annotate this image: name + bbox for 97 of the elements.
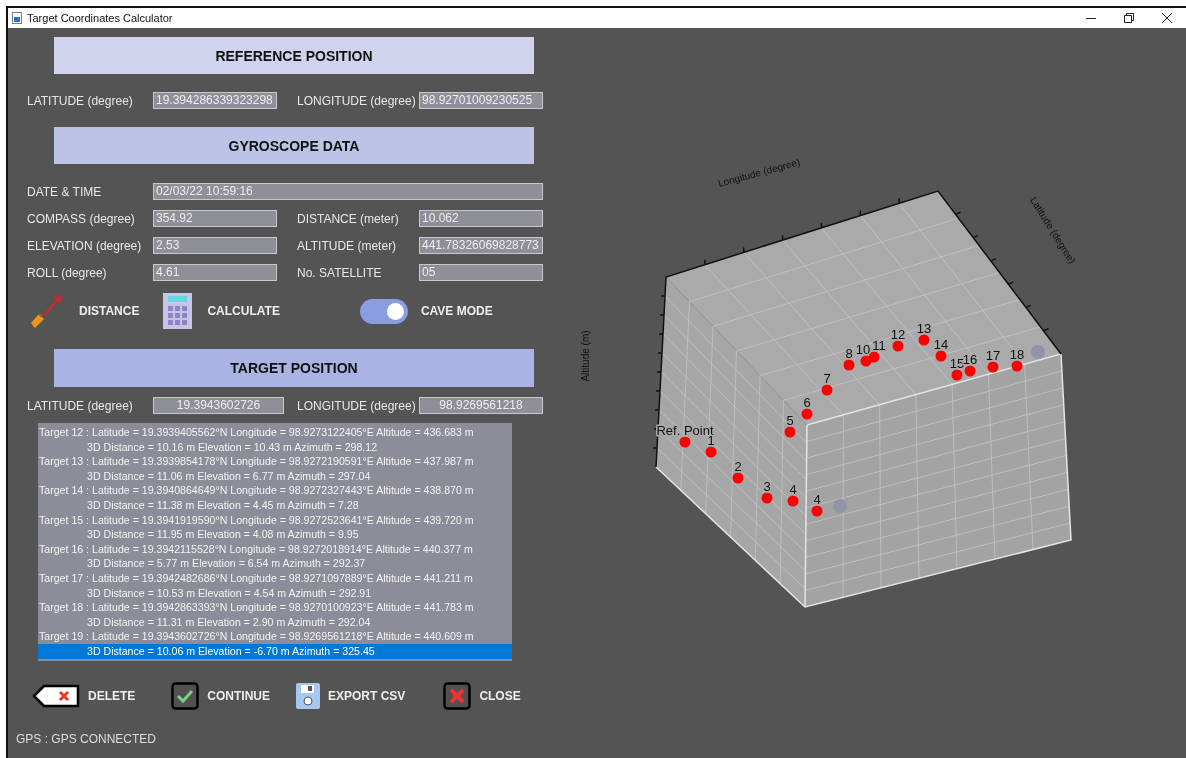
- list-item[interactable]: Target 19 : Latitude = 19.3943602726°N Longitude = 98.9269561218°E Altitude = 440.609 m: [38, 629, 512, 644]
- field-label: LONGITUDE (degree): [297, 398, 417, 413]
- list-item[interactable]: Target 16 : Latitude = 19.3942115528°N Longitude = 98.9272018914°E Altitude = 440.377 m: [38, 541, 512, 557]
- point-label: 17: [985, 348, 1001, 363]
- tool-label: CALCULATE: [207, 304, 280, 318]
- input-field[interactable]: 98.9269561218: [419, 397, 543, 414]
- plot-point: [951, 369, 963, 381]
- list-item[interactable]: Target 14 : Latitude = 19.3940864649°N Longitude = 98.9272327443°E Altitude = 438.870 m: [38, 483, 512, 498]
- plot-point: [843, 359, 855, 371]
- checkmark-icon: [171, 682, 200, 710]
- point-label: 2: [734, 459, 742, 474]
- list-item[interactable]: 3D Distance = 10.06 m Elevation = -6.70 m Azimuth = 325.45: [38, 643, 512, 659]
- field-label: DATE & TIME: [27, 184, 103, 199]
- field-label: LATITUDE (degree): [27, 93, 134, 108]
- field-label: LATITUDE (degree): [27, 398, 134, 413]
- field-label: LONGITUDE (degree): [297, 93, 417, 108]
- axis-label: Longitude (degree): [716, 156, 802, 189]
- delete-icon: [32, 684, 80, 708]
- input-field[interactable]: 10.062: [419, 210, 543, 227]
- point-label: 10: [855, 342, 871, 357]
- list-item[interactable]: Target 13 : Latitude = 19.3939854178°N Longitude = 98.9272190591°E Altitude = 437.987 m: [38, 454, 512, 469]
- point-label: 14: [933, 337, 949, 352]
- plot-point: [918, 334, 930, 346]
- list-item[interactable]: 3D Distance = 5.77 m Elevation = 6.54 m Azimuth = 292.37: [38, 556, 512, 571]
- plot-point: [868, 351, 880, 363]
- list-item[interactable]: 3D Distance = 10.53 m Elevation = 4.54 m Azimuth = 292.91: [38, 585, 512, 601]
- point-label: 11: [872, 338, 886, 353]
- plot-point: [833, 499, 847, 513]
- plot-point: [987, 361, 999, 373]
- plot-point: [679, 436, 691, 448]
- point-label: 3: [763, 479, 771, 494]
- restore-icon: [1124, 13, 1134, 23]
- input-field[interactable]: 98.92701009230525: [419, 92, 543, 109]
- point-label: 16: [962, 352, 978, 367]
- plot-point: [811, 505, 823, 517]
- point-label: 4: [813, 492, 821, 507]
- input-field[interactable]: 05: [419, 264, 543, 281]
- point-label: 6: [803, 395, 811, 410]
- close-button[interactable]: CLOSE: [443, 682, 521, 710]
- plot-point: [892, 340, 904, 352]
- point-label: 18: [1009, 347, 1025, 362]
- axis-label: Altitude (m): [580, 330, 591, 382]
- point-label: 5: [786, 413, 794, 428]
- plot-point: [787, 495, 799, 507]
- plot-point: [964, 365, 976, 377]
- input-field[interactable]: 02/03/22 10:59:16: [153, 183, 543, 200]
- point-label: 13: [916, 321, 932, 336]
- window-title: Target Coordinates Calculator: [27, 12, 173, 24]
- field-label: No. SATELLITE: [297, 265, 383, 280]
- point-label: 15: [949, 356, 965, 371]
- continue-button[interactable]: CONTINUE: [171, 682, 270, 710]
- plot-point: [761, 492, 773, 504]
- plot-point: [1031, 345, 1045, 359]
- plot-point: [732, 472, 744, 484]
- input-field[interactable]: 441.78326069828773: [419, 237, 543, 254]
- input-field[interactable]: 4.61: [153, 264, 277, 281]
- section-header: REFERENCE POSITION: [54, 37, 534, 74]
- section-header: GYROSCOPE DATA: [54, 127, 534, 164]
- export-button[interactable]: EXPORT CSV: [296, 683, 406, 709]
- list-item[interactable]: 3D Distance = 11.38 m Elevation = 4.45 m Azimuth = 7.28: [38, 497, 512, 513]
- status-text: GPS : GPS CONNECTED: [16, 732, 158, 746]
- list-item[interactable]: 3D Distance = 10.16 m Elevation = 10.43 m Azimuth = 298.12: [38, 439, 512, 455]
- list-item[interactable]: 3D Distance = 11.95 m Elevation = 4.08 m Azimuth = 9.95: [38, 527, 512, 542]
- field-label: ROLL (degree): [27, 265, 108, 280]
- list-item[interactable]: 3D Distance = 11.06 m Elevation = 6.77 m Azimuth = 297.04: [38, 468, 512, 484]
- point-label: 4: [789, 482, 797, 497]
- app-icon: [12, 12, 22, 24]
- field-label: DISTANCE (meter): [297, 211, 400, 226]
- delete-button[interactable]: DELETE: [32, 684, 136, 708]
- tool-label: CAVE MODE: [420, 304, 493, 318]
- field-label: ALTITUDE (meter): [297, 238, 398, 253]
- field-label: ELEVATION (degree): [27, 238, 143, 253]
- point-label: 7: [823, 371, 831, 386]
- plot-point: [1011, 360, 1023, 372]
- list-item[interactable]: 3D Distance = 11.31 m Elevation = 2.90 m Azimuth = 292.04: [38, 614, 512, 630]
- plot-point: [784, 426, 796, 438]
- plot-point: [935, 350, 947, 362]
- close-icon: [443, 682, 472, 710]
- list-item[interactable]: Target 12 : Latitude = 19.3939405562°N Longitude = 98.9273122405°E Altitude = 436.683 m: [38, 425, 512, 440]
- list-item[interactable]: Target 15 : Latitude = 19.3941919590°N Longitude = 98.9272523641°E Altitude = 439.720 m: [38, 512, 512, 528]
- tool-label: DISTANCE: [79, 304, 140, 318]
- input-field[interactable]: 19.394286339323298: [153, 92, 277, 109]
- calculator-icon[interactable]: [163, 293, 193, 329]
- input-field[interactable]: 2.53: [153, 237, 277, 254]
- point-label: 12: [890, 327, 906, 342]
- close-icon: [1162, 13, 1172, 23]
- cave-mode-toggle[interactable]: [359, 298, 408, 324]
- field-label: COMPASS (degree): [27, 211, 136, 226]
- point-label: 8: [845, 346, 853, 361]
- plot-point: [801, 408, 813, 420]
- input-field[interactable]: 19.3943602726: [153, 397, 284, 414]
- plot-point: [821, 384, 833, 396]
- list-item[interactable]: Target 17 : Latitude = 19.3942482686°N Longitude = 98.9271097889°E Altitude = 441.211 m: [38, 570, 512, 586]
- list-item[interactable]: Target 18 : Latitude = 19.3942863393°N Longitude = 98.9270100923°E Altitude = 441.783 m: [38, 600, 512, 615]
- plot-point: [705, 446, 717, 458]
- input-field[interactable]: 354.92: [153, 210, 277, 227]
- section-header: TARGET POSITION: [54, 349, 534, 387]
